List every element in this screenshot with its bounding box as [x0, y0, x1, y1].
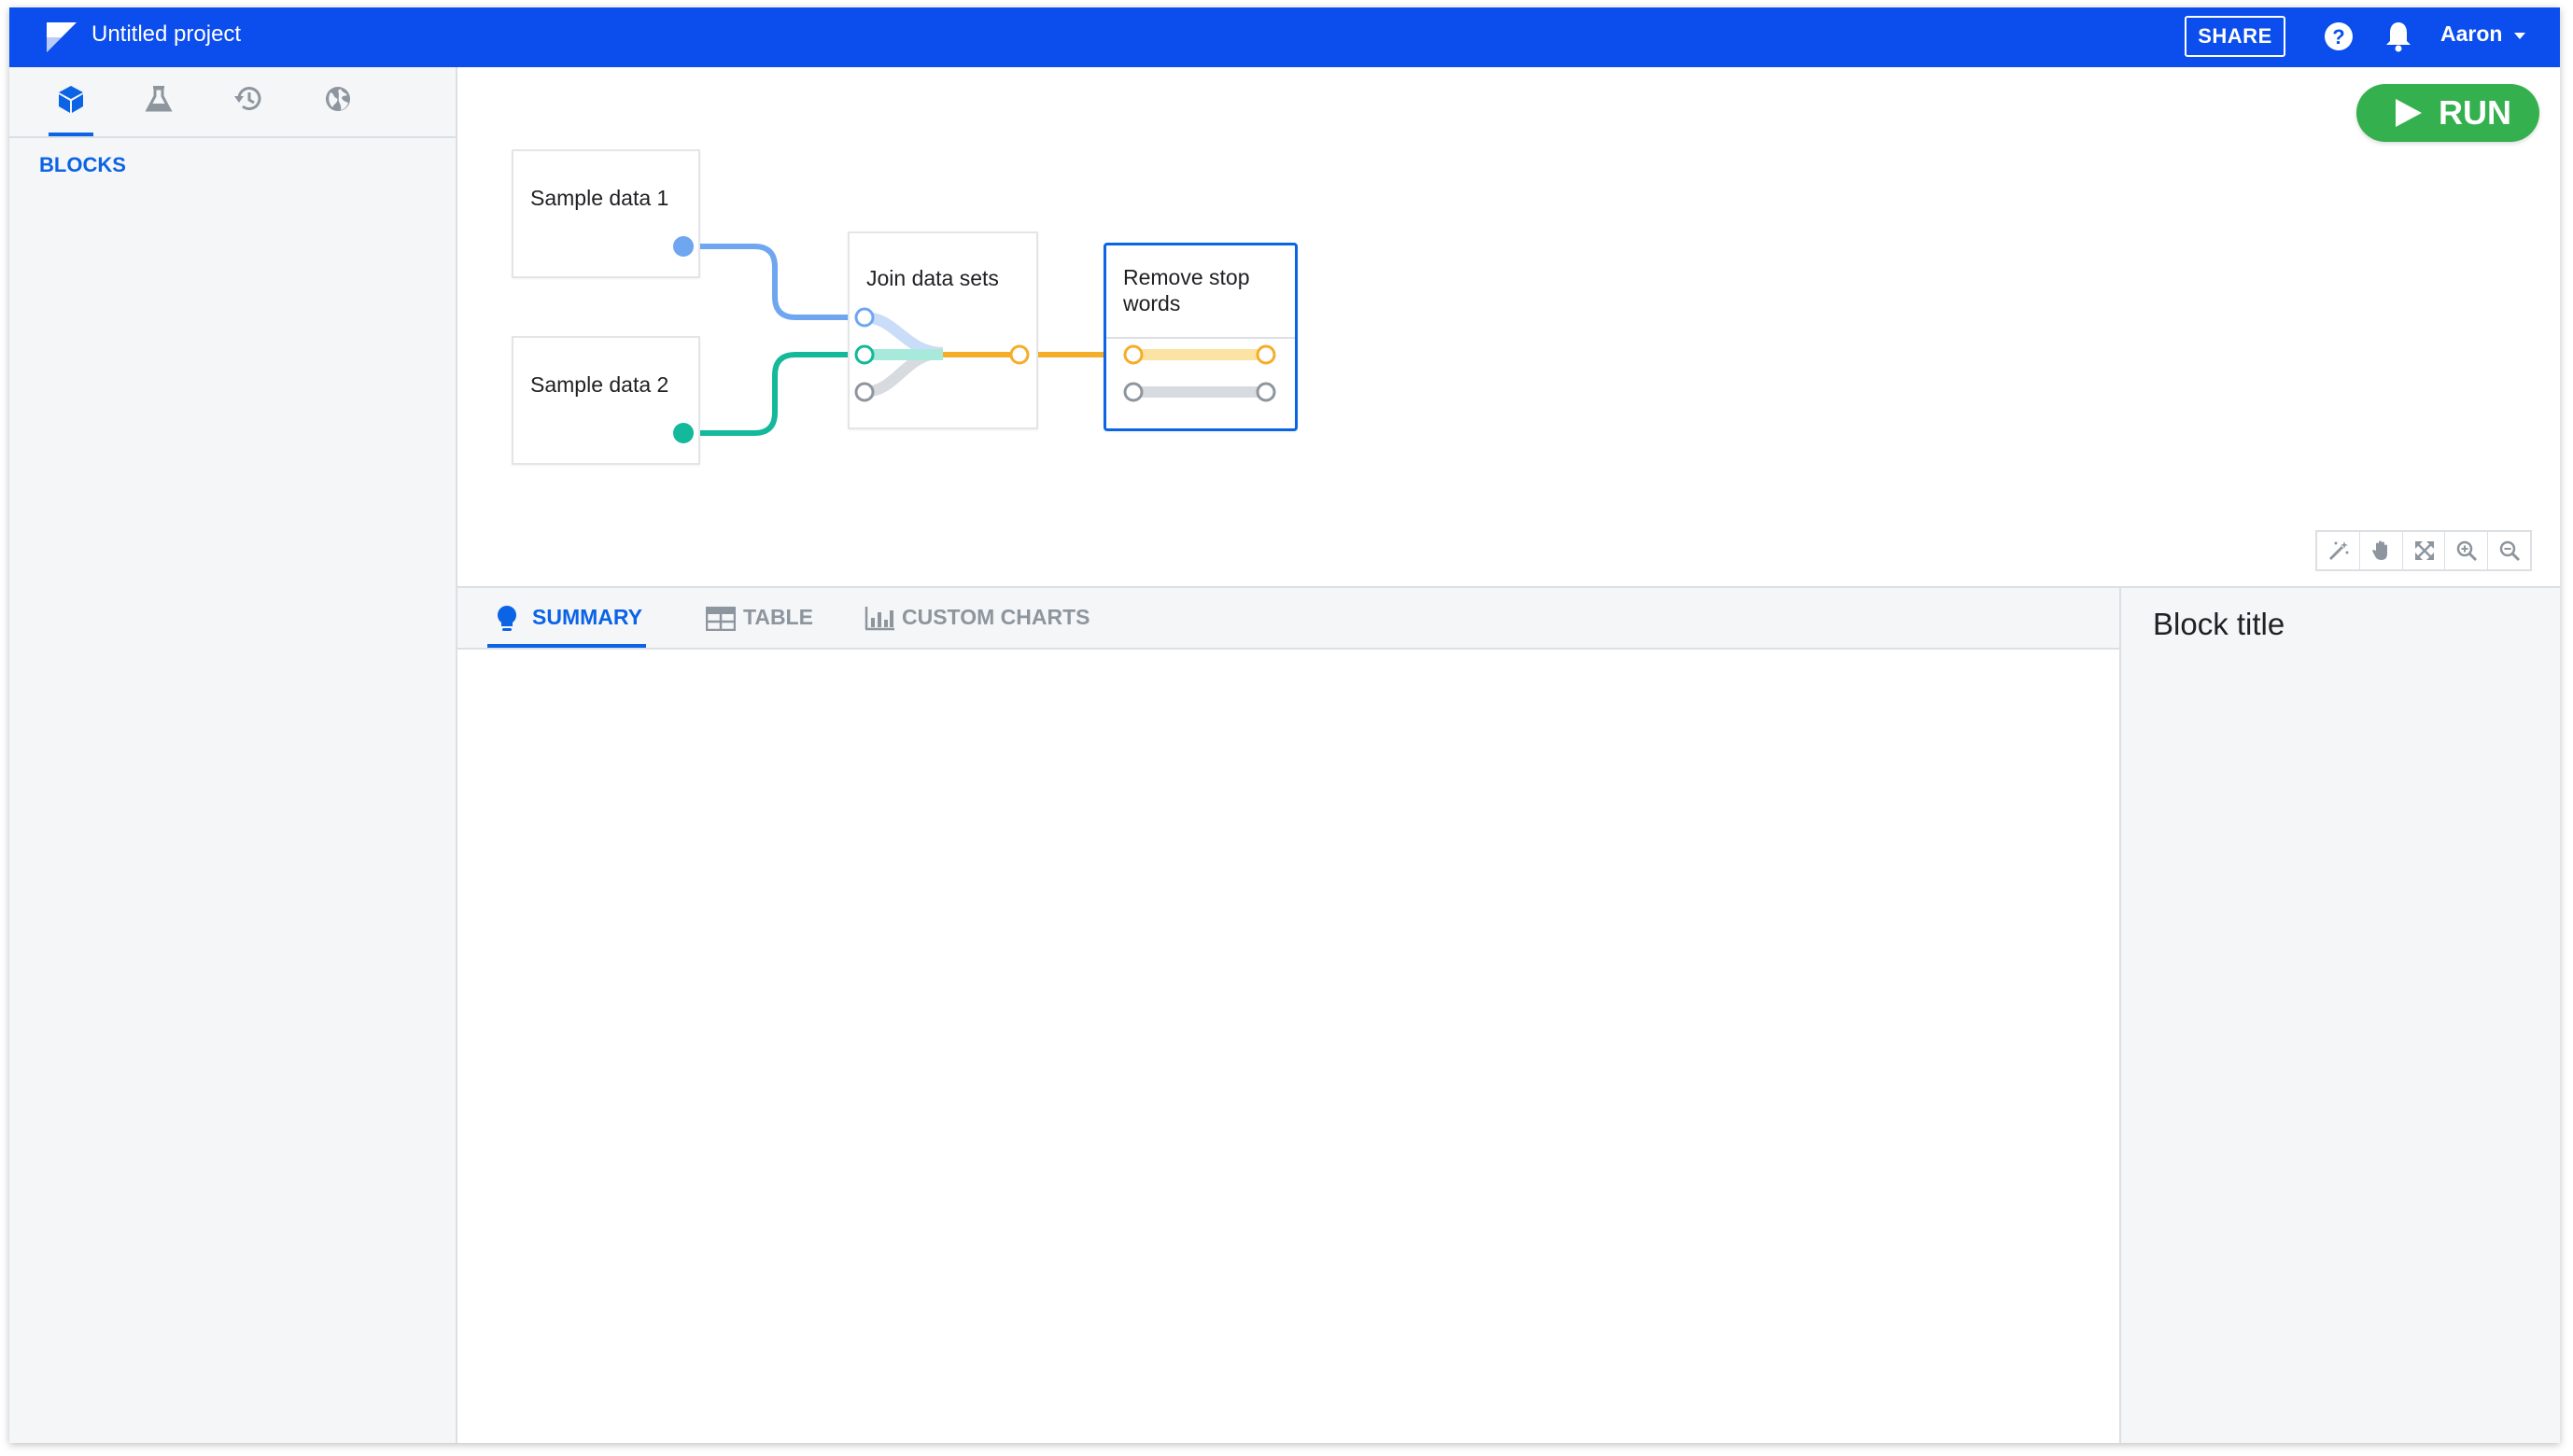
left-panel-tabs — [9, 67, 456, 138]
tab-custom-charts-label: CUSTOM CHARTS — [902, 605, 1090, 629]
lightbulb-icon — [498, 606, 516, 631]
top-bar: Untitled project SHARE ? Aaron — [9, 7, 2560, 67]
tab-experiments[interactable] — [138, 78, 179, 119]
app-window: Untitled project SHARE ? Aaron BLOCKS Sa… — [9, 7, 2560, 1443]
fit-screen-icon — [2414, 541, 2434, 560]
wire-sample2-join — [683, 352, 865, 436]
summary-content — [457, 650, 2119, 1443]
node-label: Sample data 2 — [530, 372, 669, 397]
node-label: Sample data 1 — [530, 186, 669, 210]
node-label: Remove stop words — [1123, 265, 1250, 315]
table-icon — [706, 607, 736, 631]
wire-sample1-join — [683, 244, 865, 320]
node-remove-stop-words[interactable]: Remove stop words — [1104, 243, 1298, 431]
result-tabs: SUMMARY TABLE CUSTOM CHARTS — [457, 588, 2119, 650]
project-title[interactable]: Untitled project — [91, 21, 241, 48]
pan-hand-button[interactable] — [2360, 532, 2403, 569]
chevron-down-icon — [2513, 32, 2525, 39]
zoom-in-button[interactable] — [2445, 532, 2489, 569]
logo-icon[interactable] — [43, 21, 78, 54]
canvas-toolbar — [2315, 530, 2532, 571]
node-sample-data-2[interactable]: Sample data 2 — [512, 336, 700, 465]
history-icon — [234, 87, 261, 110]
node-sample-data-1[interactable]: Sample data 1 — [512, 149, 700, 278]
user-name: Aaron — [2440, 21, 2503, 46]
share-button[interactable]: SHARE — [2185, 16, 2285, 57]
bar-chart-icon — [865, 607, 894, 631]
zoom-out-icon — [2499, 540, 2521, 562]
node-divider — [1106, 337, 1295, 339]
left-panel: BLOCKS — [9, 67, 457, 1443]
bell-icon[interactable] — [2383, 20, 2414, 53]
bottom-panel: SUMMARY TABLE CUSTOM CHARTS Block title — [457, 586, 2560, 1443]
play-icon — [2396, 99, 2422, 127]
magic-wand-icon — [2328, 541, 2349, 561]
tab-table-label: TABLE — [743, 605, 813, 629]
user-menu[interactable]: Aaron — [2440, 21, 2527, 53]
help-icon[interactable]: ? — [2323, 21, 2355, 52]
svg-text:?: ? — [2332, 25, 2344, 49]
hand-icon — [2371, 540, 2387, 560]
workflow-canvas[interactable]: Sample data 1 Sample data 2 Join data se… — [457, 67, 2560, 586]
fit-screen-button[interactable] — [2403, 532, 2446, 569]
tab-globe[interactable] — [317, 78, 359, 119]
magic-wand-button[interactable] — [2317, 532, 2360, 569]
connection-wires — [673, 236, 1276, 443]
tab-summary[interactable]: SUMMARY — [487, 588, 646, 648]
flask-icon — [145, 86, 173, 112]
tab-summary-label: SUMMARY — [532, 605, 642, 629]
node-label: Join data sets — [866, 266, 999, 290]
tab-history[interactable] — [228, 78, 269, 119]
block-properties-panel: Block title — [2121, 588, 2560, 1443]
block-title: Block title — [2153, 607, 2285, 641]
node-join-data-sets[interactable]: Join data sets — [848, 231, 1038, 429]
cube-icon — [59, 86, 83, 113]
tab-blocks[interactable] — [49, 78, 93, 136]
zoom-in-icon — [2457, 540, 2478, 562]
tab-custom-charts[interactable]: CUSTOM CHARTS — [865, 588, 1098, 648]
run-label: RUN — [2439, 93, 2511, 132]
globe-icon — [326, 87, 350, 111]
blocks-section-label: BLOCKS — [39, 153, 126, 176]
tab-table[interactable]: TABLE — [704, 588, 816, 648]
zoom-out-button[interactable] — [2488, 532, 2530, 569]
run-button[interactable]: RUN — [2356, 84, 2539, 142]
